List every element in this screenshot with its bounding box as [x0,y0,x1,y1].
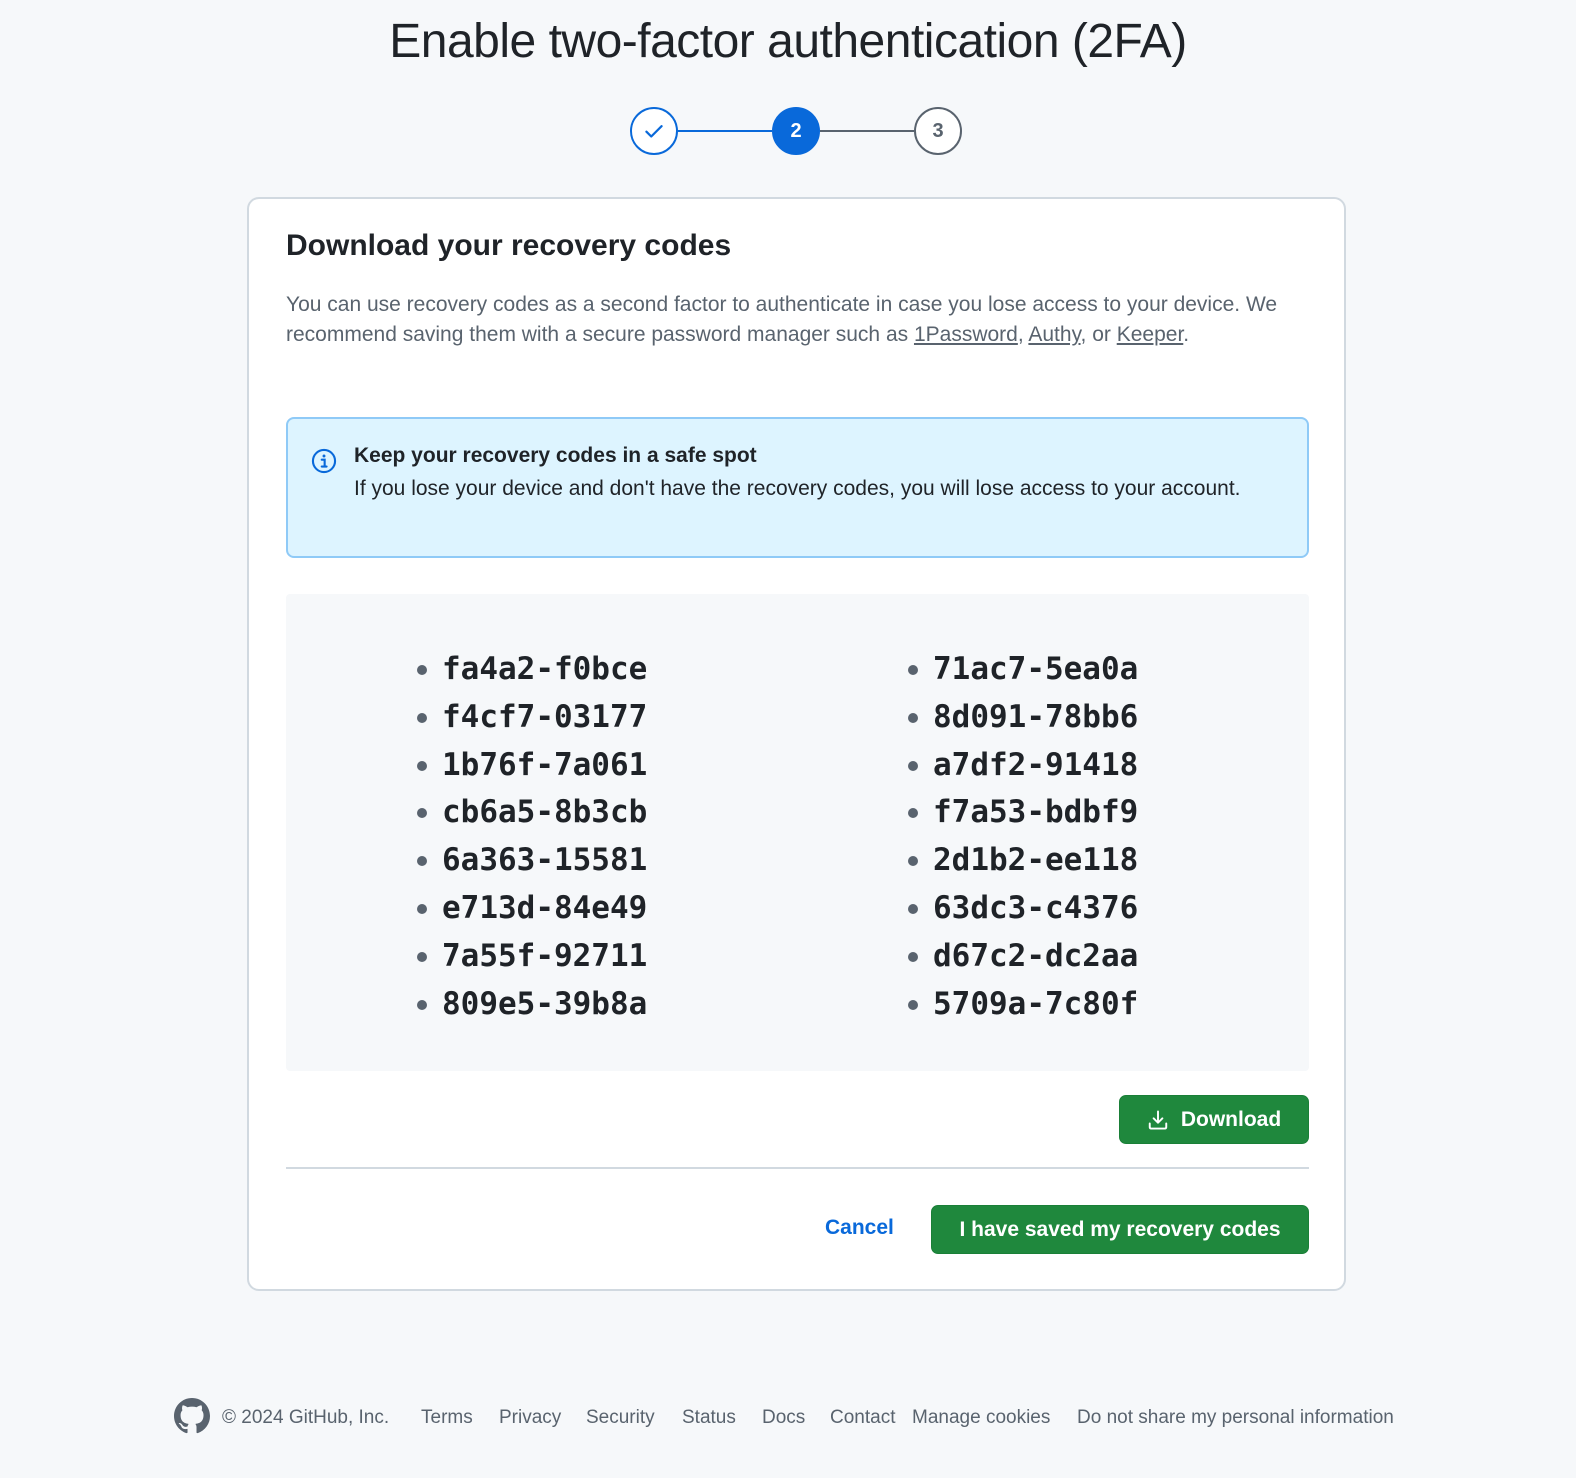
recovery-code: d67c2-dc2aa [908,933,1138,981]
recovery-code: f4cf7-03177 [417,694,647,742]
github-icon[interactable] [174,1398,210,1434]
page-title: Enable two-factor authentication (2FA) [389,15,1187,68]
recovery-code: 63dc3-c4376 [908,885,1138,933]
recovery-code: f7a53-bdbf9 [908,789,1138,837]
step-2-current: 2 [772,107,820,155]
footer-link-terms[interactable]: Terms [421,1407,473,1429]
step-1-complete [630,107,678,155]
recovery-codes-list: fa4a2-f0bce f4cf7-03177 1b76f-7a061 cb6a… [286,594,1309,1071]
footer-copyright: © 2024 GitHub, Inc. [222,1407,390,1428]
download-label: Download [1180,1107,1282,1131]
download-icon [1148,1110,1168,1129]
footer-link-security[interactable]: Security [586,1407,655,1429]
saved-codes-button[interactable]: I have saved my recovery codes [931,1205,1309,1254]
stepper-connector [820,130,914,132]
recovery-code: 7a55f-92711 [417,933,647,981]
download-button[interactable]: Download [1119,1095,1309,1144]
recovery-code: fa4a2-f0bce [417,646,647,694]
footer-link-docs[interactable]: Docs [762,1407,805,1429]
recovery-code: 6a363-15581 [417,837,647,885]
recovery-code: cb6a5-8b3cb [417,789,647,837]
recovery-code: 5709a-7c80f [908,981,1138,1029]
description-separator: , or [1080,323,1117,346]
codes-column-left: fa4a2-f0bce f4cf7-03177 1b76f-7a061 cb6a… [417,646,647,1028]
stepper-connector [678,130,772,132]
recovery-code: 2d1b2-ee118 [908,837,1138,885]
link-keeper[interactable]: Keeper [1117,323,1184,346]
recovery-code: 1b76f-7a061 [417,742,647,790]
footer-link-privacy[interactable]: Privacy [499,1407,561,1429]
recovery-code: 8d091-78bb6 [908,694,1138,742]
cancel-link[interactable]: Cancel [825,1216,894,1240]
recovery-code: 71ac7-5ea0a [908,646,1138,694]
link-authy[interactable]: Authy [1028,323,1080,346]
recovery-code: e713d-84e49 [417,885,647,933]
recovery-code: 809e5-39b8a [417,981,647,1029]
card-title: Download your recovery codes [286,229,732,262]
step-3-upcoming: 3 [914,107,962,155]
description-separator: , [1017,323,1029,346]
check-icon [645,125,663,138]
flash-title: Keep your recovery codes in a safe spot [354,444,757,467]
description-end: . [1183,323,1190,346]
codes-column-right: 71ac7-5ea0a 8d091-78bb6 a7df2-91418 f7a5… [908,646,1138,1028]
footer-link-status[interactable]: Status [682,1407,736,1429]
footer-link-contact[interactable]: Contact [830,1407,895,1429]
card-description: You can use recovery codes as a second f… [286,290,1296,350]
info-icon [311,448,337,474]
footer-link-do-not-share[interactable]: Do not share my personal information [1077,1407,1394,1429]
divider [286,1167,1309,1169]
flash-body: If you lose your device and don't have t… [354,477,1241,500]
recovery-code: a7df2-91418 [908,742,1138,790]
link-1password[interactable]: 1Password [914,323,1018,346]
recovery-codes-card: Download your recovery codes You can use… [247,197,1346,1291]
progress-stepper: 2 3 [630,107,962,157]
info-flash: Keep your recovery codes in a safe spot … [286,417,1309,558]
footer-link-manage-cookies[interactable]: Manage cookies [912,1407,1050,1429]
